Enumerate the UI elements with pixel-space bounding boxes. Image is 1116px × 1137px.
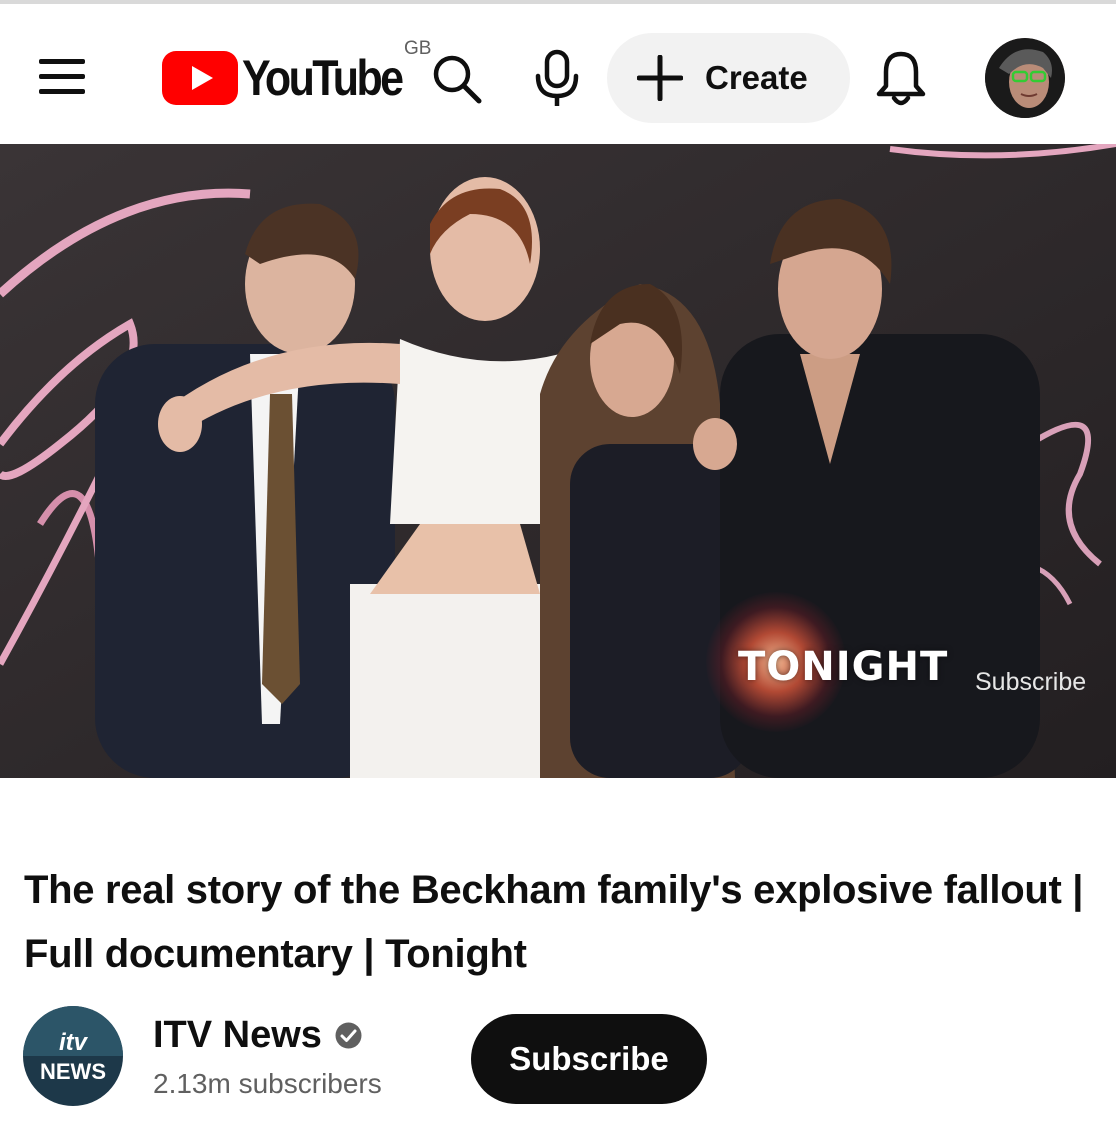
youtube-logo-text: YouTube: [242, 50, 404, 106]
bell-icon[interactable]: [870, 46, 932, 112]
create-button[interactable]: Create: [607, 33, 850, 123]
microphone-icon[interactable]: [526, 46, 588, 112]
subscribe-button[interactable]: Subscribe: [471, 1014, 707, 1104]
hamburger-menu-icon[interactable]: [32, 46, 92, 106]
verified-badge-icon: [335, 1022, 362, 1049]
channel-name-row[interactable]: ITV News: [153, 1014, 363, 1057]
subscriber-count: 2.13m subscribers: [153, 1068, 382, 1099]
video-subscribe-watermark[interactable]: Subscribe: [975, 668, 1086, 697]
channel-name[interactable]: ITV News: [153, 1014, 322, 1057]
channel-logo-word: NEWS: [40, 1059, 106, 1084]
youtube-play-icon: [162, 51, 238, 105]
user-avatar[interactable]: [985, 38, 1065, 118]
video-player[interactable]: TONIGHT Subscribe: [0, 144, 1116, 778]
search-icon[interactable]: [426, 48, 488, 110]
masthead: YouTube GB Create: [0, 4, 1116, 144]
tonight-watermark: TONIGHT: [738, 644, 949, 690]
video-thumbnail: [0, 144, 1116, 778]
create-button-label: Create: [705, 59, 808, 96]
plus-icon: [637, 55, 683, 101]
youtube-logo[interactable]: YouTube: [162, 50, 427, 106]
video-title: The real story of the Beckham family's e…: [24, 868, 1084, 976]
channel-logo-brand: itv: [58, 1029, 87, 1056]
channel-avatar[interactable]: itv NEWS: [23, 1006, 123, 1106]
